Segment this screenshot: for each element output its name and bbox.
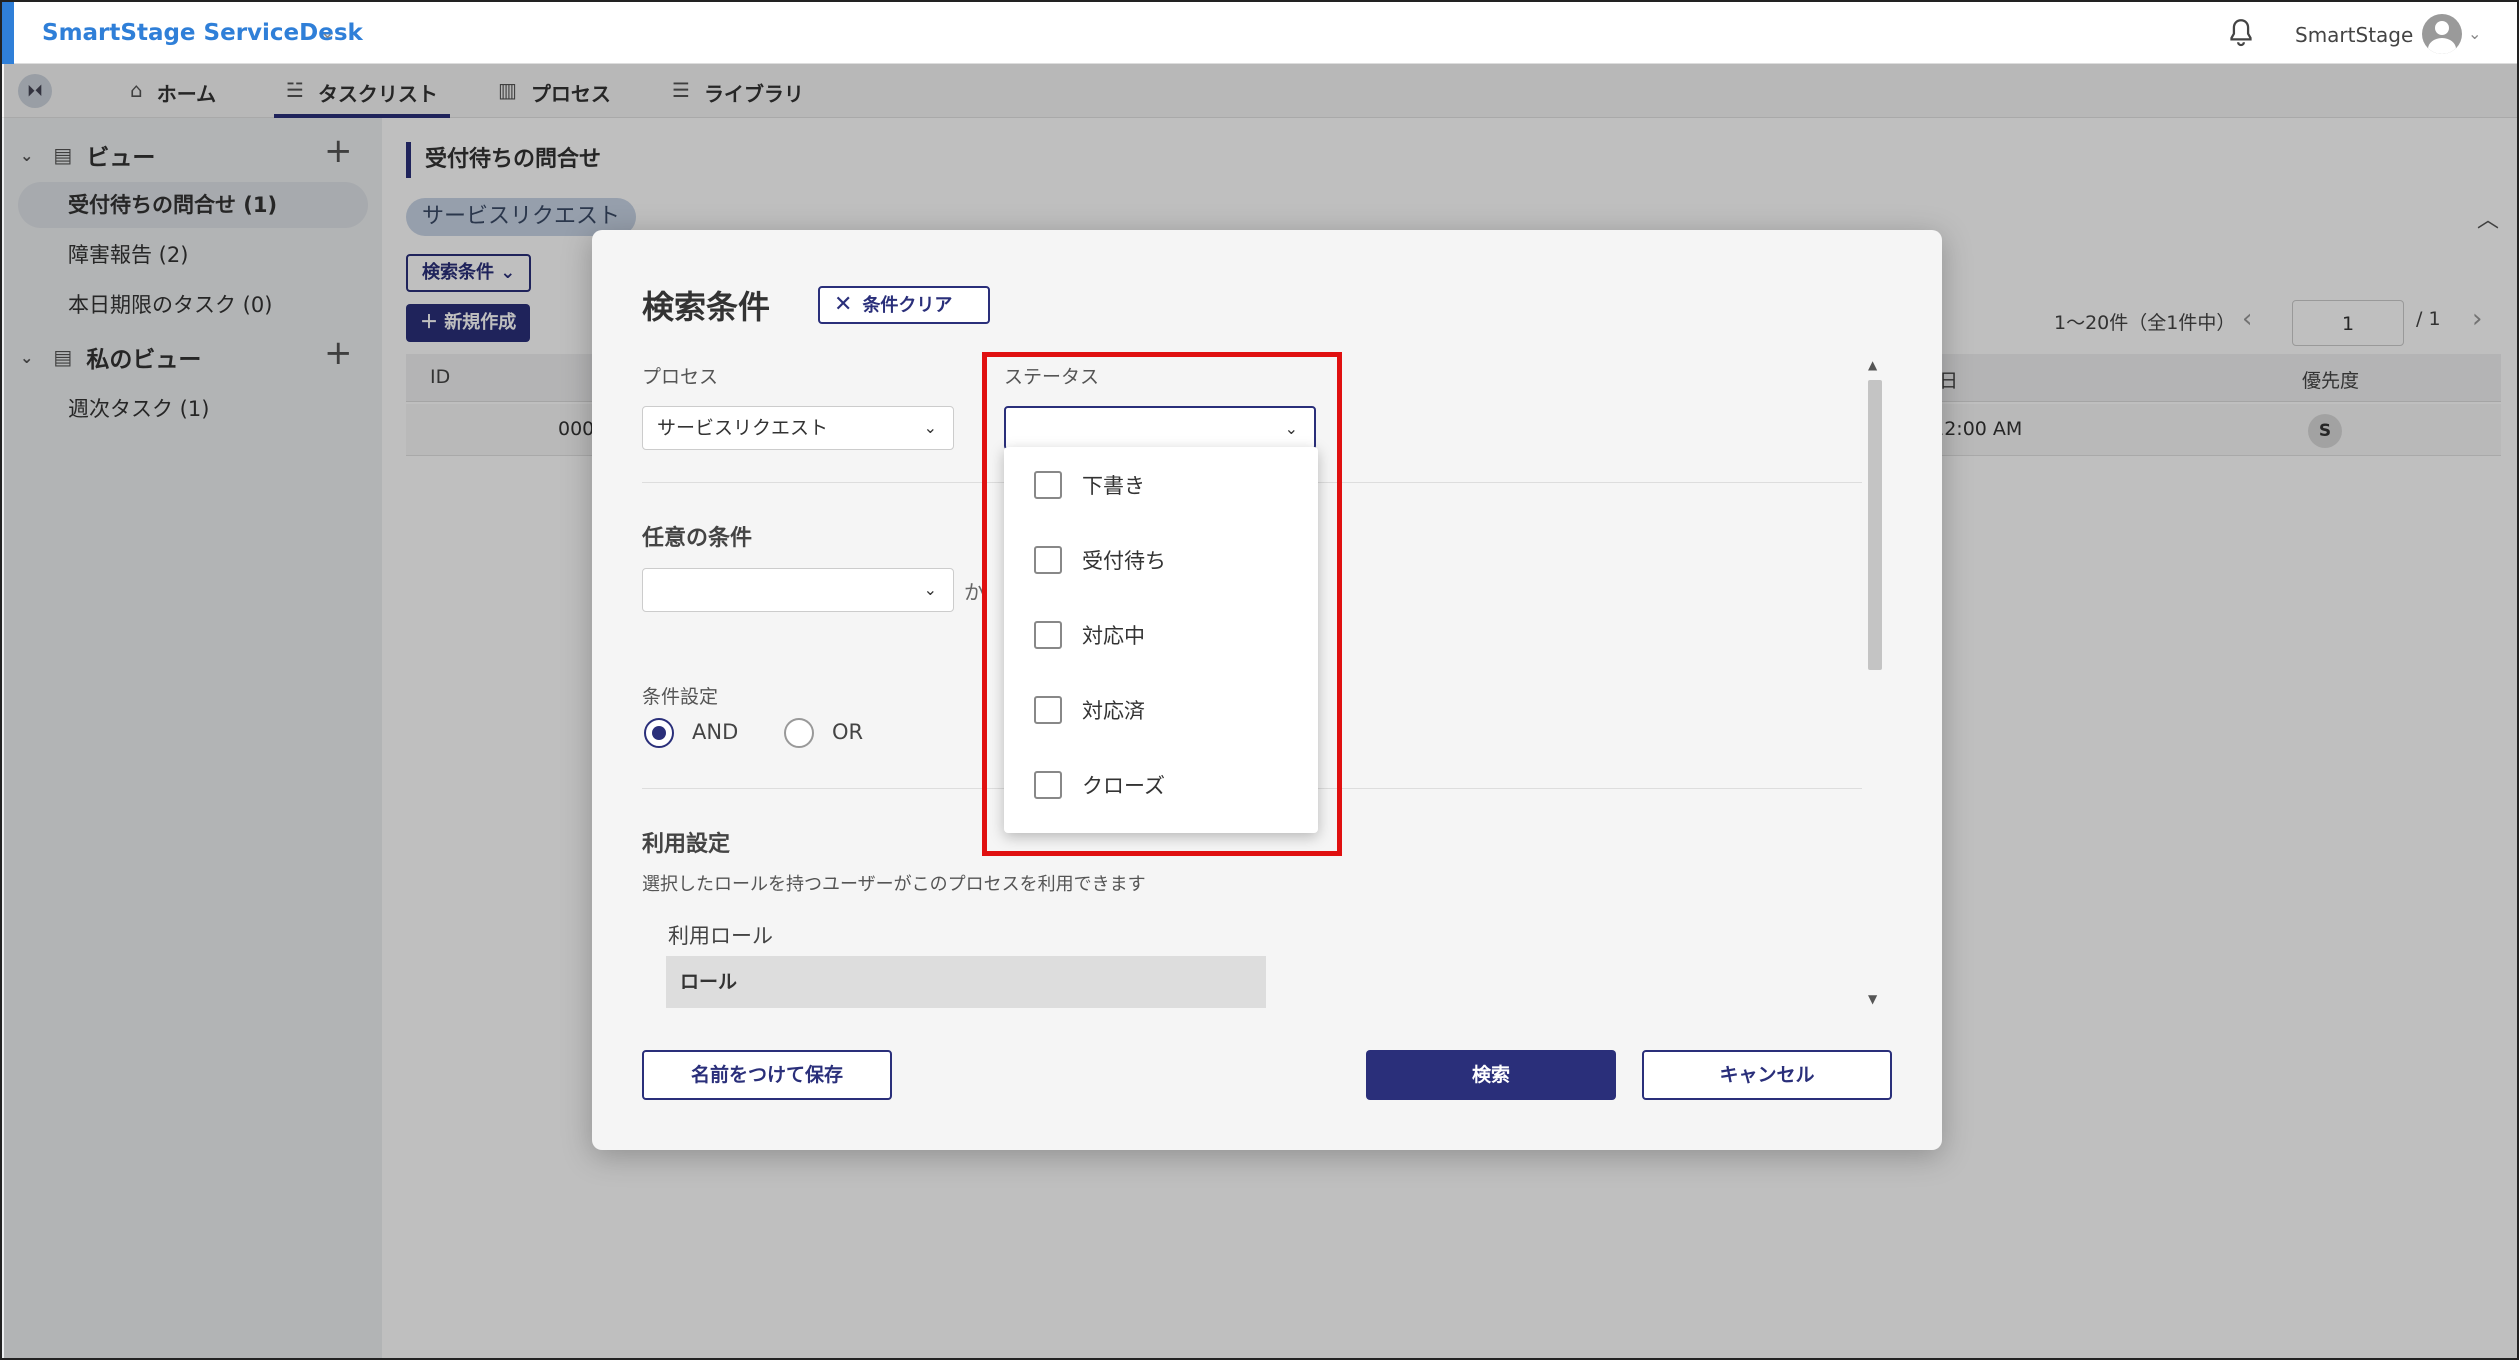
optional-condition-select[interactable]: ⌄	[642, 568, 954, 612]
radio-or[interactable]	[784, 718, 814, 748]
optional-condition-suffix: か	[964, 580, 984, 604]
dialog-title: 検索条件	[642, 288, 771, 326]
button-label: 条件クリア	[862, 295, 953, 316]
scrollbar-thumb[interactable]	[1868, 380, 1882, 670]
radio-or-label: OR	[832, 720, 864, 744]
scroll-up-icon[interactable]: ▲	[1868, 358, 1877, 372]
process-select[interactable]: サービスリクエスト ⌄	[642, 406, 954, 450]
search-button[interactable]: 検索	[1366, 1050, 1616, 1100]
app-title[interactable]: SmartStage ServiceDesk	[42, 20, 363, 46]
chevron-down-icon[interactable]: ⌄	[320, 22, 335, 43]
process-label: プロセス	[642, 366, 719, 388]
scroll-down-icon[interactable]: ▼	[1868, 992, 1877, 1006]
usage-description: 選択したロールを持つユーザーがこのプロセスを利用できます	[642, 874, 1146, 895]
close-icon: ✕	[834, 292, 853, 317]
chevron-down-icon: ⌄	[923, 418, 937, 437]
save-as-button[interactable]: 名前をつけて保存	[642, 1050, 892, 1100]
top-bar: SmartStage ServiceDesk ⌄ SmartStage ⌄	[2, 2, 2517, 64]
condition-setting-label: 条件設定	[642, 686, 719, 708]
bell-icon[interactable]	[2224, 16, 2258, 50]
highlight-box	[982, 352, 1342, 856]
app-window: SmartStage ServiceDesk ⌄ SmartStage ⌄ ⏵⏴…	[0, 0, 2519, 1360]
avatar[interactable]	[2422, 14, 2462, 54]
optional-conditions-title: 任意の条件	[642, 526, 753, 551]
chevron-down-icon: ⌄	[923, 580, 937, 599]
radio-and-label: AND	[692, 720, 739, 744]
usage-role-label: 利用ロール	[668, 924, 773, 948]
radio-and[interactable]	[644, 718, 674, 748]
clear-conditions-button[interactable]: ✕ 条件クリア	[818, 286, 990, 324]
usage-settings-title: 利用設定	[642, 832, 731, 857]
role-table-header: ロール	[666, 956, 1266, 1008]
user-name[interactable]: SmartStage	[2295, 23, 2413, 47]
chevron-down-icon[interactable]: ⌄	[2468, 24, 2481, 43]
select-value: サービスリクエスト	[657, 417, 829, 439]
cancel-button[interactable]: キャンセル	[1642, 1050, 1892, 1100]
brand-accent-bar	[2, 2, 14, 64]
